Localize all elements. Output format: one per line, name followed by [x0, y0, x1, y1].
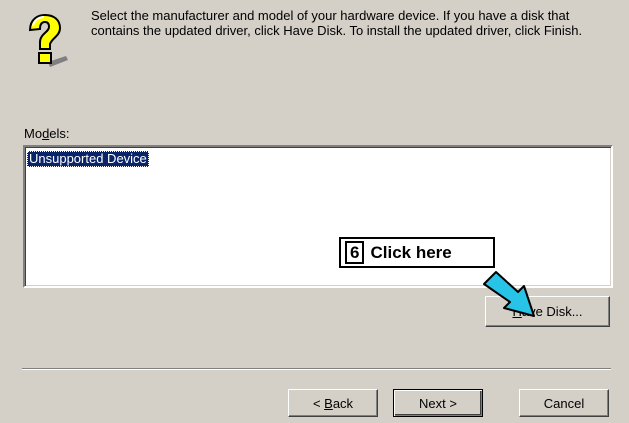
cancel-button[interactable]: Cancel: [519, 389, 609, 417]
step-callout: 6 Click here: [339, 237, 495, 268]
next-button[interactable]: Next >: [393, 389, 483, 417]
models-listbox[interactable]: Unsupported Device: [23, 145, 613, 288]
instructions-text: Select the manufacturer and model of you…: [91, 8, 583, 38]
separator: [22, 368, 611, 370]
back-button[interactable]: < Back: [288, 389, 378, 417]
step-number: 6: [345, 241, 365, 264]
help-question-icon: [22, 13, 74, 74]
pointer-arrow-icon: [482, 270, 540, 320]
models-label: Models:: [24, 126, 70, 141]
callout-text: Click here: [370, 242, 452, 262]
list-item[interactable]: Unsupported Device: [27, 151, 149, 167]
